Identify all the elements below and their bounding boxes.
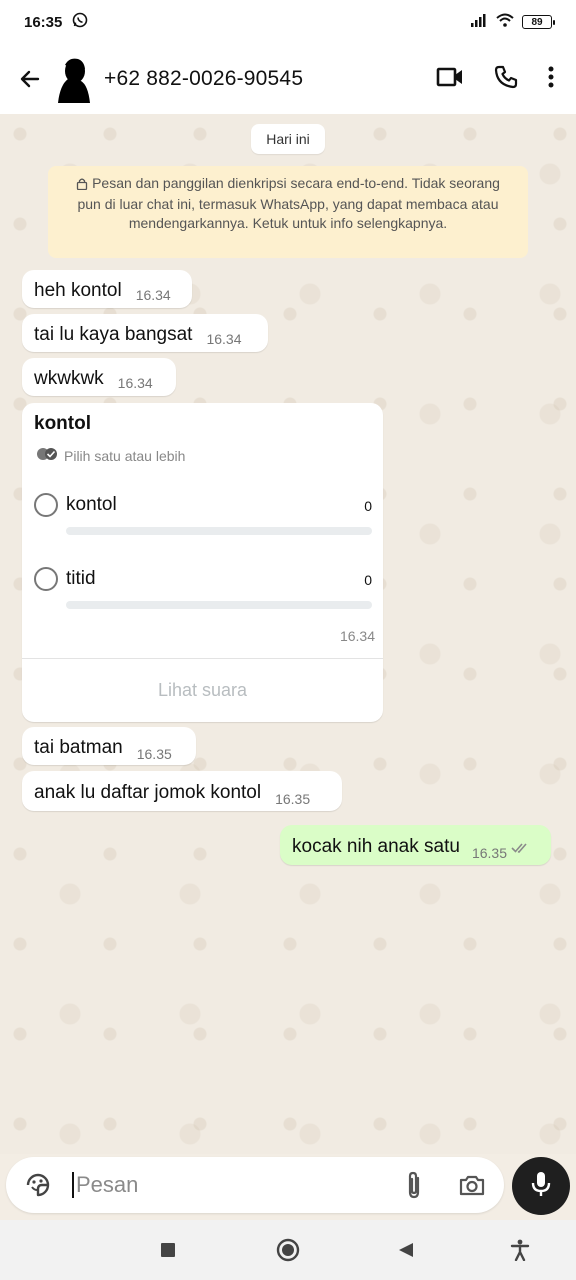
message-bubble[interactable]: tai lu kaya bangsat 16.34 <box>22 314 268 352</box>
signal-icon <box>470 13 488 31</box>
battery-icon: 89 <box>522 15 555 29</box>
poll-hint-text: Pilih satu atau lebih <box>64 447 186 464</box>
attach-icon[interactable] <box>394 1165 434 1205</box>
poll-option-bar <box>66 601 372 609</box>
poll-option-votes: 0 <box>364 572 372 588</box>
avatar[interactable] <box>54 55 94 103</box>
mic-button[interactable] <box>512 1157 570 1215</box>
message-time: 16.35 <box>275 791 311 807</box>
recents-icon[interactable] <box>156 1238 180 1262</box>
system-nav-bar <box>0 1220 576 1280</box>
home-icon[interactable] <box>276 1238 300 1262</box>
poll-title: kontol <box>34 413 91 434</box>
encryption-notice[interactable]: Pesan dan panggilan dienkripsi secara en… <box>48 166 528 258</box>
message-composer <box>6 1157 504 1213</box>
message-bubble[interactable]: anak lu daftar jomok kontol 16.35 <box>22 771 342 811</box>
lock-icon <box>76 176 88 195</box>
view-votes-button[interactable]: Lihat suara <box>22 659 383 722</box>
more-options-icon[interactable] <box>548 65 554 94</box>
back-arrow-icon[interactable] <box>12 61 48 97</box>
encryption-notice-text: Pesan dan panggilan dienkripsi secara en… <box>77 175 500 231</box>
poll-option-votes: 0 <box>364 498 372 514</box>
whatsapp-icon <box>72 12 88 32</box>
read-receipt-icon <box>511 841 531 859</box>
message-text: tai batman <box>34 737 123 758</box>
message-bubble[interactable]: heh kontol 16.34 <box>22 270 192 308</box>
message-time: 16.34 <box>206 331 242 347</box>
message-text: tai lu kaya bangsat <box>34 324 193 345</box>
wifi-icon <box>496 13 514 31</box>
status-bar: 16:35 89 <box>0 0 576 44</box>
message-time: 16.34 <box>117 375 153 391</box>
message-bubble[interactable]: wkwkwk 16.34 <box>22 358 176 396</box>
poll-card: kontol Pilih satu atau lebih kontol 0 ti… <box>22 403 383 722</box>
poll-option[interactable]: titid 0 <box>34 567 372 617</box>
poll-option-radio[interactable] <box>34 493 58 517</box>
poll-option[interactable]: kontol 0 <box>34 493 372 543</box>
message-time: 16.35 <box>471 845 507 861</box>
poll-hint: Pilih satu atau lebih <box>36 447 185 464</box>
message-time: 16.35 <box>136 746 172 762</box>
message-bubble-outgoing[interactable]: kocak nih anak satu 16.35 <box>280 825 551 865</box>
poll-option-bar <box>66 527 372 535</box>
phone-icon[interactable] <box>494 65 518 94</box>
double-check-icon <box>36 447 58 464</box>
poll-option-label: titid <box>66 568 96 589</box>
date-chip: Hari ini <box>251 124 325 154</box>
status-time: 16:35 <box>24 13 63 31</box>
camera-icon[interactable] <box>452 1165 492 1205</box>
poll-option-label: kontol <box>66 494 117 515</box>
chat-area[interactable]: Hari ini Pesan dan panggilan dienkripsi … <box>0 114 576 1154</box>
video-call-icon[interactable] <box>436 66 464 93</box>
message-input[interactable] <box>72 1172 394 1198</box>
chat-header: +62 882-0026-90545 <box>0 44 576 114</box>
message-text: anak lu daftar jomok kontol <box>34 782 262 803</box>
mic-icon <box>531 1170 551 1203</box>
message-text: wkwkwk <box>34 368 104 389</box>
message-bubble[interactable]: tai batman 16.35 <box>22 727 196 765</box>
poll-time: 16.34 <box>339 628 375 644</box>
poll-option-radio[interactable] <box>34 567 58 591</box>
accessibility-icon[interactable] <box>508 1238 532 1262</box>
message-text: heh kontol <box>34 280 122 301</box>
sticker-icon[interactable] <box>18 1165 58 1205</box>
message-text: kocak nih anak satu <box>292 836 460 857</box>
message-time: 16.34 <box>135 287 171 303</box>
back-icon[interactable] <box>394 1238 418 1262</box>
contact-name[interactable]: +62 882-0026-90545 <box>104 67 303 91</box>
